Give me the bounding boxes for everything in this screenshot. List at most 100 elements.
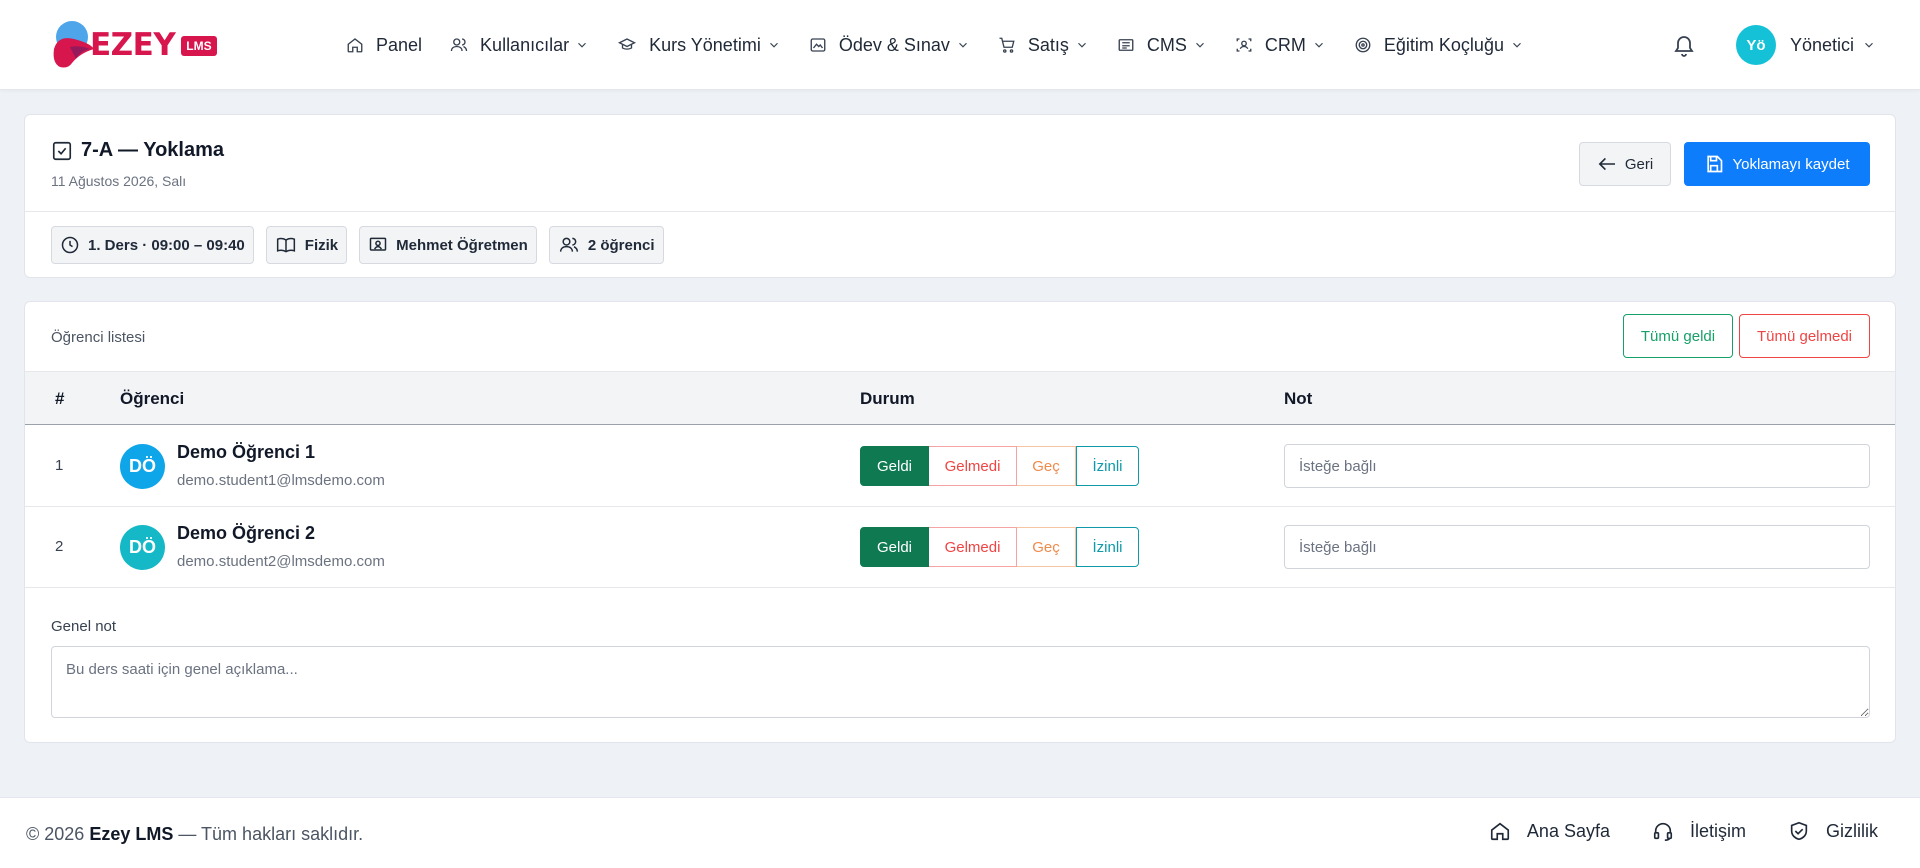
page-date: 11 Ağustos 2026, Salı: [51, 173, 187, 189]
status-excused-button[interactable]: İzinli: [1076, 527, 1139, 567]
users-icon: [558, 235, 580, 255]
scan-user-icon: [1235, 36, 1253, 54]
users-icon: [450, 36, 468, 54]
chevron-down-icon: [1312, 38, 1326, 52]
checkbox-icon: [51, 140, 73, 162]
period-chip-label: 1. Ders · 09:00 – 09:40: [88, 236, 245, 254]
footer-link-label: İletişim: [1689, 820, 1746, 841]
column-note: Not: [1284, 389, 1313, 408]
nav-label: Ödev & Sınav: [838, 34, 950, 55]
newspaper-icon: [1117, 36, 1135, 54]
mark-all-absent-button[interactable]: Tümü gelmedi: [1739, 314, 1870, 358]
save-button-label: Yoklamayı kaydet: [1732, 155, 1850, 173]
target-icon: [1354, 36, 1372, 54]
avatar: DÖ: [120, 444, 165, 489]
column-status: Durum: [860, 389, 915, 408]
copyright-brand: Ezey LMS: [89, 824, 174, 844]
nav-item-sales[interactable]: Satış: [998, 35, 1089, 56]
notifications-bell-icon[interactable]: [1672, 33, 1696, 57]
nav-label: Kurs Yönetimi: [649, 34, 761, 55]
nav-item-course-management[interactable]: Kurs Yönetimi: [617, 35, 781, 56]
status-present-button[interactable]: Geldi: [860, 527, 929, 567]
student-email: demo.student1@lmsdemo.com: [177, 472, 385, 489]
avatar: DÖ: [120, 525, 165, 570]
save-attendance-button[interactable]: Yoklamayı kaydet: [1684, 142, 1870, 186]
nav-item-panel[interactable]: Panel: [346, 35, 422, 56]
divider: [25, 211, 1895, 212]
student-email: demo.student2@lmsdemo.com: [177, 553, 385, 570]
nav-label: Eğitim Koçluğu: [1383, 34, 1504, 55]
footer-links: Ana Sayfa İletişim Gizlilik: [1447, 820, 1878, 842]
top-navbar: EZEY LMS Panel Kullanıcılar Kurs Yönetim…: [0, 0, 1920, 90]
avatar: Yö: [1736, 25, 1776, 65]
table-header: # Öğrenci Durum Not: [25, 371, 1895, 425]
graduation-cap-icon: [617, 36, 637, 54]
status-selector: Geldi Gelmedi Geç İzinli: [860, 527, 1139, 567]
headset-icon: [1652, 820, 1674, 842]
general-note-textarea[interactable]: [51, 646, 1870, 718]
book-open-icon: [275, 235, 297, 255]
student-note-input[interactable]: [1284, 444, 1870, 488]
presentation-icon: [368, 235, 388, 255]
student-name: Demo Öğrenci 2: [177, 523, 316, 543]
home-icon: [1489, 820, 1511, 842]
status-late-button[interactable]: Geç: [1017, 527, 1076, 567]
nav-label: CRM: [1264, 34, 1306, 55]
footer: © 2026 Ezey LMS — Tüm hakları saklıdır. …: [0, 797, 1920, 868]
chevron-down-icon: [1075, 38, 1089, 52]
status-late-button[interactable]: Geç: [1017, 446, 1076, 486]
nav-label: Satış: [1027, 34, 1069, 55]
nav-label: CMS: [1146, 34, 1187, 55]
status-excused-button[interactable]: İzinli: [1076, 446, 1139, 486]
status-absent-button[interactable]: Gelmedi: [929, 446, 1017, 486]
chevron-down-icon: [956, 38, 970, 52]
period-chip: 1. Ders · 09:00 – 09:40: [51, 226, 254, 264]
home-icon: [346, 36, 364, 54]
lesson-info-chips: 1. Ders · 09:00 – 09:40 Fizik Mehmet Öğr…: [51, 226, 676, 264]
subject-chip-label: Fizik: [304, 236, 339, 254]
status-selector: Geldi Gelmedi Geç İzinli: [860, 446, 1139, 486]
copyright-rights: — Tüm hakları saklıdır.: [178, 824, 364, 844]
main-nav: Panel Kullanıcılar Kurs Yönetimi Ödev & …: [346, 0, 1552, 90]
footer-link-contact[interactable]: İletişim: [1652, 820, 1746, 842]
subject-chip: Fizik: [265, 226, 348, 264]
mark-all-present-button[interactable]: Tümü geldi: [1623, 314, 1733, 358]
student-list-label: Öğrenci listesi: [51, 329, 146, 346]
teacher-chip-label: Mehmet Öğretmen: [396, 236, 528, 254]
chevron-down-icon: [1510, 38, 1524, 52]
chevron-down-icon: [1862, 38, 1876, 52]
page-title: 7-A — Yoklama: [51, 139, 224, 162]
chevron-down-icon: [767, 38, 781, 52]
nav-item-homework-exam[interactable]: Ödev & Sınav: [809, 35, 970, 56]
student-name: Demo Öğrenci 1: [177, 442, 316, 462]
nav-item-crm[interactable]: CRM: [1235, 35, 1326, 56]
student-list-card: Öğrenci listesi Tümü geldi Tümü gelmedi …: [24, 301, 1896, 743]
back-button[interactable]: Geri: [1579, 142, 1671, 186]
nav-item-coaching[interactable]: Eğitim Koçluğu: [1354, 35, 1524, 56]
general-note-label: Genel not: [51, 618, 117, 635]
footer-link-home[interactable]: Ana Sayfa: [1489, 820, 1610, 842]
clock-icon: [60, 235, 80, 255]
logo-text: EZEY: [90, 27, 176, 63]
chevron-down-icon: [1193, 38, 1207, 52]
copyright-year: © 2026: [26, 824, 85, 844]
column-student: Öğrenci: [120, 389, 185, 408]
footer-link-privacy[interactable]: Gizlilik: [1788, 820, 1878, 842]
chevron-down-icon: [575, 38, 589, 52]
footer-link-label: Gizlilik: [1826, 820, 1878, 841]
nav-item-users[interactable]: Kullanıcılar: [450, 35, 589, 56]
user-menu[interactable]: Yö Yönetici: [1736, 25, 1876, 65]
cart-icon: [998, 36, 1016, 54]
arrow-left-icon: [1597, 156, 1617, 172]
shield-check-icon: [1788, 820, 1810, 842]
row-number: 1: [55, 457, 64, 474]
nav-item-cms[interactable]: CMS: [1117, 35, 1207, 56]
status-present-button[interactable]: Geldi: [860, 446, 929, 486]
nav-label: Kullanıcılar: [480, 34, 570, 55]
status-absent-button[interactable]: Gelmedi: [929, 527, 1017, 567]
student-count-chip: 2 öğrenci: [548, 226, 664, 264]
student-note-input[interactable]: [1284, 525, 1870, 569]
back-button-label: Geri: [1624, 155, 1654, 173]
row-number: 2: [55, 538, 64, 555]
brand-logo[interactable]: EZEY LMS: [50, 19, 217, 71]
